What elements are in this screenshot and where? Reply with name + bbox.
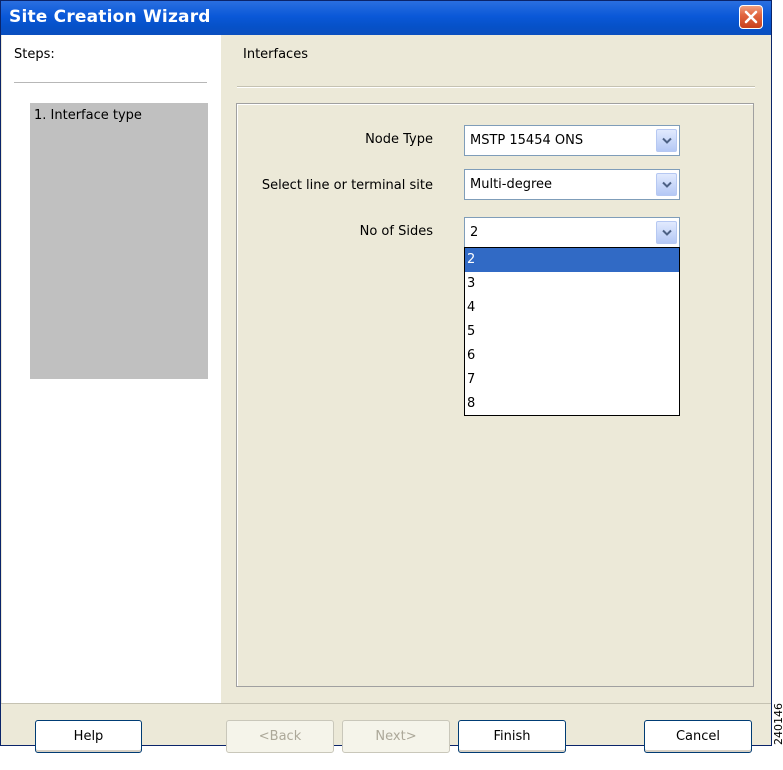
node-type-select[interactable]: MSTP 15454 ONS	[464, 125, 680, 156]
finish-button[interactable]: Finish	[458, 720, 566, 753]
sides-option[interactable]: 4	[465, 296, 679, 320]
node-type-dropdown-button[interactable]	[656, 129, 677, 152]
site-type-dropdown-button[interactable]	[656, 173, 677, 196]
next-button[interactable]: Next>	[342, 720, 450, 753]
sides-label: No of Sides	[359, 224, 433, 239]
chevron-down-icon	[661, 137, 672, 144]
title-bar[interactable]: Site Creation Wizard	[1, 1, 771, 35]
site-creation-wizard-window: Site Creation Wizard Steps: 1. Interface…	[0, 0, 772, 753]
sides-dropdown-button[interactable]	[656, 221, 677, 244]
help-button[interactable]: Help	[35, 720, 142, 753]
node-type-label: Node Type	[365, 132, 433, 147]
header-divider	[237, 86, 755, 87]
chevron-down-icon	[661, 229, 672, 236]
site-type-value: Multi-degree	[470, 177, 553, 192]
sides-option[interactable]: 7	[465, 368, 679, 392]
site-type-select[interactable]: Multi-degree	[464, 169, 680, 200]
chevron-down-icon	[661, 181, 672, 188]
steps-header: Steps:	[14, 47, 55, 62]
close-button[interactable]	[739, 5, 763, 29]
sides-dropdown-list: 2 3 4 5 6 7 8	[464, 247, 680, 416]
footer-divider	[1, 703, 771, 704]
sides-option[interactable]: 5	[465, 320, 679, 344]
figure-watermark: 240146	[772, 703, 783, 745]
window-title: Site Creation Wizard	[9, 7, 211, 27]
site-type-label: Select line or terminal site	[261, 178, 433, 193]
sides-value: 2	[470, 225, 479, 240]
sides-select[interactable]: 2	[464, 217, 680, 248]
sides-option[interactable]: 2	[465, 248, 679, 272]
page-title: Interfaces	[243, 47, 308, 62]
sides-option[interactable]: 8	[465, 392, 679, 416]
sides-option[interactable]: 6	[465, 344, 679, 368]
cancel-button[interactable]: Cancel	[644, 720, 752, 753]
steps-divider	[14, 82, 207, 83]
step-item-interface-type: 1. Interface type	[30, 103, 208, 379]
steps-panel: Steps: 1. Interface type	[2, 35, 221, 703]
node-type-value: MSTP 15454 ONS	[470, 133, 584, 148]
close-icon	[744, 10, 758, 24]
sides-option[interactable]: 3	[465, 272, 679, 296]
back-button[interactable]: <Back	[226, 720, 334, 753]
step-label: 1. Interface type	[34, 108, 142, 123]
